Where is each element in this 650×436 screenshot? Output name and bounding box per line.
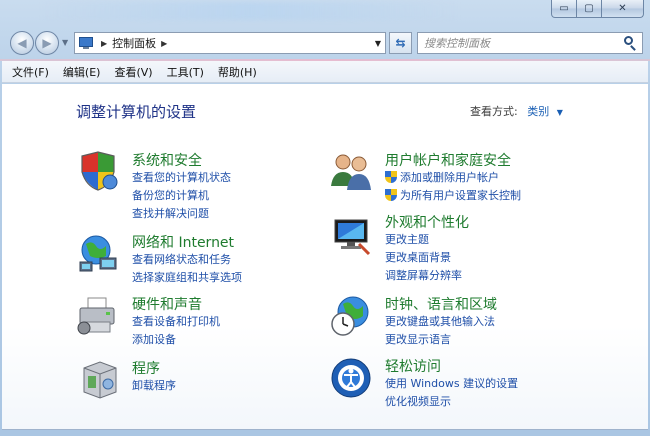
breadcrumb-control-panel[interactable]: 控制面板: [112, 35, 156, 51]
refresh-button[interactable]: ⇆: [389, 32, 412, 54]
appearance-monitor-icon: [334, 219, 371, 256]
back-button[interactable]: ◀: [10, 31, 34, 55]
forward-button[interactable]: ▶: [35, 31, 59, 55]
forward-arrow-icon: ▶: [42, 36, 52, 50]
maximize-button[interactable]: ▢: [577, 0, 602, 18]
uac-shield-icon: [385, 188, 397, 202]
link-recommended-settings[interactable]: 使用 Windows 建议的设置: [385, 375, 518, 391]
link-add-device[interactable]: 添加设备: [132, 331, 176, 347]
link-optimize-display[interactable]: 优化视频显示: [385, 393, 451, 409]
security-shield-icon: [81, 151, 118, 191]
link-change-keyboard-input[interactable]: 更改键盘或其他输入法: [385, 313, 495, 329]
recent-pages-dropdown[interactable]: ▼: [62, 38, 68, 47]
search-icon[interactable]: [621, 34, 639, 52]
breadcrumb-separator-icon[interactable]: ▶: [161, 39, 167, 48]
category-title[interactable]: 轻松访问: [385, 356, 441, 376]
menu-file[interactable]: 文件(F): [6, 62, 55, 82]
navigation-bar: ◀ ▶ ▼ ▶ 控制面板 ▶ ▼ ⇆: [0, 27, 650, 59]
link-change-desktop-background[interactable]: 更改桌面背景: [385, 249, 451, 265]
programs-box-icon: [83, 361, 117, 399]
link-label[interactable]: 为所有用户设置家长控制: [400, 187, 521, 203]
breadcrumb-separator-icon[interactable]: ▶: [101, 39, 107, 48]
back-arrow-icon: ◀: [17, 36, 27, 50]
link-devices-printers[interactable]: 查看设备和打印机: [132, 313, 220, 329]
category-title[interactable]: 外观和个性化: [385, 212, 469, 232]
content-pane: 调整计算机的设置 查看方式: 类别 ▼ 系统和安全 查看您的计算机状态 备份您的…: [2, 84, 648, 430]
network-globe-icon: [79, 235, 117, 272]
link-uninstall-program[interactable]: 卸载程序: [132, 377, 176, 393]
menu-edit[interactable]: 编辑(E): [57, 62, 107, 82]
link-change-theme[interactable]: 更改主题: [385, 231, 429, 247]
link-label[interactable]: 添加或删除用户帐户: [400, 169, 499, 185]
link-find-fix-problems[interactable]: 查找并解决问题: [132, 205, 209, 221]
address-dropdown-icon[interactable]: ▼: [371, 33, 385, 53]
view-by-dropdown[interactable]: 类别: [527, 105, 549, 118]
view-by-label: 查看方式:: [470, 105, 518, 118]
ease-of-access-icon: [331, 358, 371, 398]
view-by: 查看方式: 类别 ▼: [470, 103, 563, 119]
category-title[interactable]: 网络和 Internet: [132, 232, 234, 252]
category-title[interactable]: 时钟、语言和区域: [385, 294, 497, 314]
printer-hardware-icon: [77, 297, 115, 335]
menu-help[interactable]: 帮助(H): [212, 62, 263, 82]
category-title[interactable]: 程序: [132, 358, 160, 378]
page-title: 调整计算机的设置: [76, 103, 197, 121]
category-title[interactable]: 用户帐户和家庭安全: [385, 150, 511, 170]
menu-view[interactable]: 查看(V): [108, 62, 158, 82]
caption-buttons: ▭ ▢ ✕: [551, 0, 644, 18]
link-view-computer-status[interactable]: 查看您的计算机状态: [132, 169, 231, 185]
users-icon: [331, 154, 371, 190]
refresh-icon: ⇆: [395, 36, 406, 50]
link-add-remove-accounts[interactable]: 添加或删除用户帐户: [385, 169, 499, 185]
title-bar-blur: [40, 2, 460, 20]
link-homegroup-sharing[interactable]: 选择家庭组和共享选项: [132, 269, 242, 285]
link-view-network-status[interactable]: 查看网络状态和任务: [132, 251, 231, 267]
search-input[interactable]: [424, 34, 621, 52]
address-bar[interactable]: ▶ 控制面板 ▶ ▼: [74, 32, 386, 54]
menu-bar: 文件(F) 编辑(E) 查看(V) 工具(T) 帮助(H): [2, 61, 648, 83]
close-button[interactable]: ✕: [602, 0, 644, 18]
search-box[interactable]: [417, 32, 643, 54]
category-title[interactable]: 系统和安全: [132, 150, 202, 170]
link-backup-computer[interactable]: 备份您的计算机: [132, 187, 209, 203]
minimize-button[interactable]: ▭: [551, 0, 577, 18]
link-parental-controls[interactable]: 为所有用户设置家长控制: [385, 187, 521, 203]
link-change-display-language[interactable]: 更改显示语言: [385, 331, 451, 347]
menu-tools[interactable]: 工具(T): [161, 62, 210, 82]
link-adjust-resolution[interactable]: 调整屏幕分辨率: [385, 267, 462, 283]
uac-shield-icon: [385, 170, 397, 184]
chevron-down-icon[interactable]: ▼: [557, 108, 563, 117]
clock-globe-icon: [331, 296, 369, 336]
category-title[interactable]: 硬件和声音: [132, 294, 202, 314]
window-frame: ▭ ▢ ✕ ◀ ▶ ▼ ▶ 控制面板 ▶ ▼ ⇆ 文件(F) 编辑(E) 查看(…: [0, 0, 650, 436]
control-panel-icon: [78, 36, 96, 50]
